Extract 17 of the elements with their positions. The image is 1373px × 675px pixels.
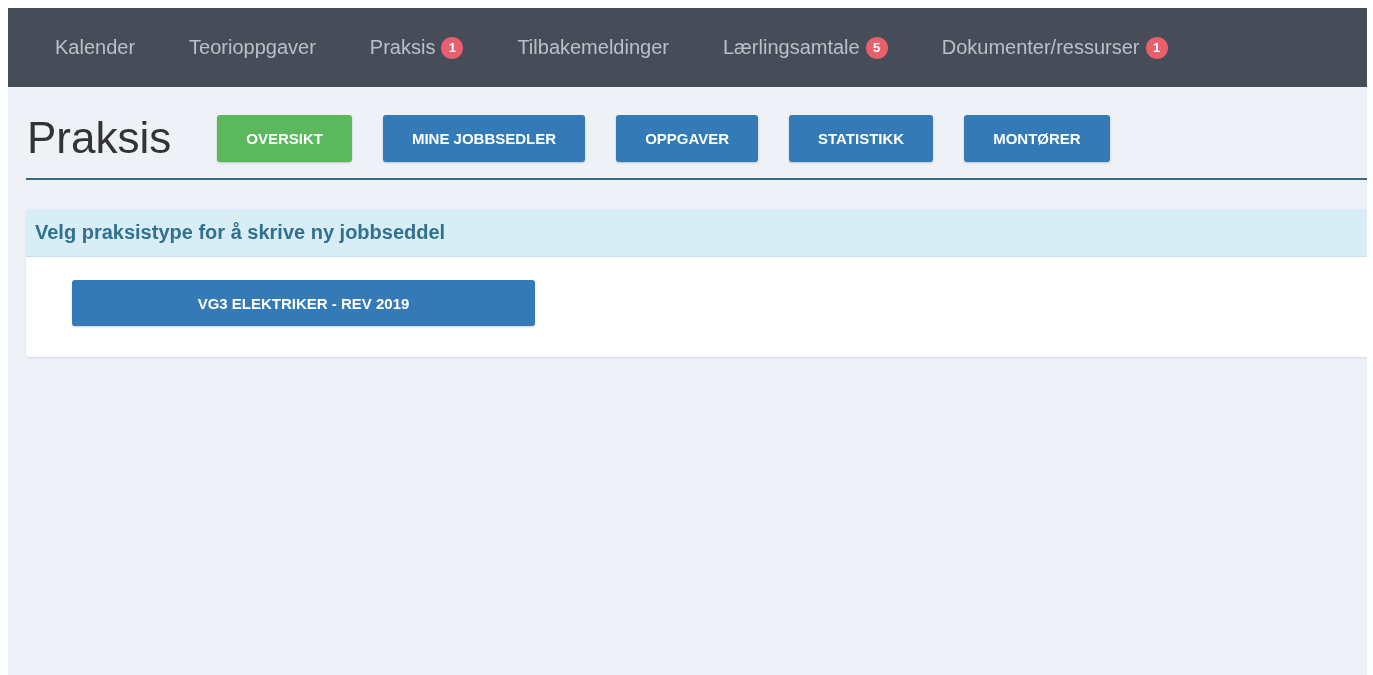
page-title: Praksis [27,116,172,160]
nav-link[interactable]: Kalender [55,36,136,59]
tab-button[interactable]: MONTØRER [964,114,1110,162]
practice-type-button[interactable]: VG3 ELEKTRIKER - REV 2019 [72,280,535,326]
count-badge: 1 [441,36,464,59]
tab-button[interactable]: OPPGAVER [616,114,759,162]
nav-link[interactable]: Praksis 1 [369,36,464,59]
panel-heading: Velg praksistype for å skrive ny jobbseddel [35,221,446,244]
nav-link[interactable]: Teorioppgaver [189,36,316,59]
count-badge: 5 [865,36,888,59]
count-badge: 1 [1145,36,1168,59]
nav-link[interactable]: Lærlingsamtale 5 [722,36,888,59]
tab-button[interactable]: MINE JOBBSEDLER [382,114,586,162]
tab-button[interactable]: OVERSIKT [217,114,352,162]
tab-button[interactable]: STATISTIKK [789,114,934,162]
nav-link[interactable]: Tilbakemeldinger [517,36,669,59]
nav-link[interactable]: Dokumenter/ressurser 1 [941,36,1168,59]
